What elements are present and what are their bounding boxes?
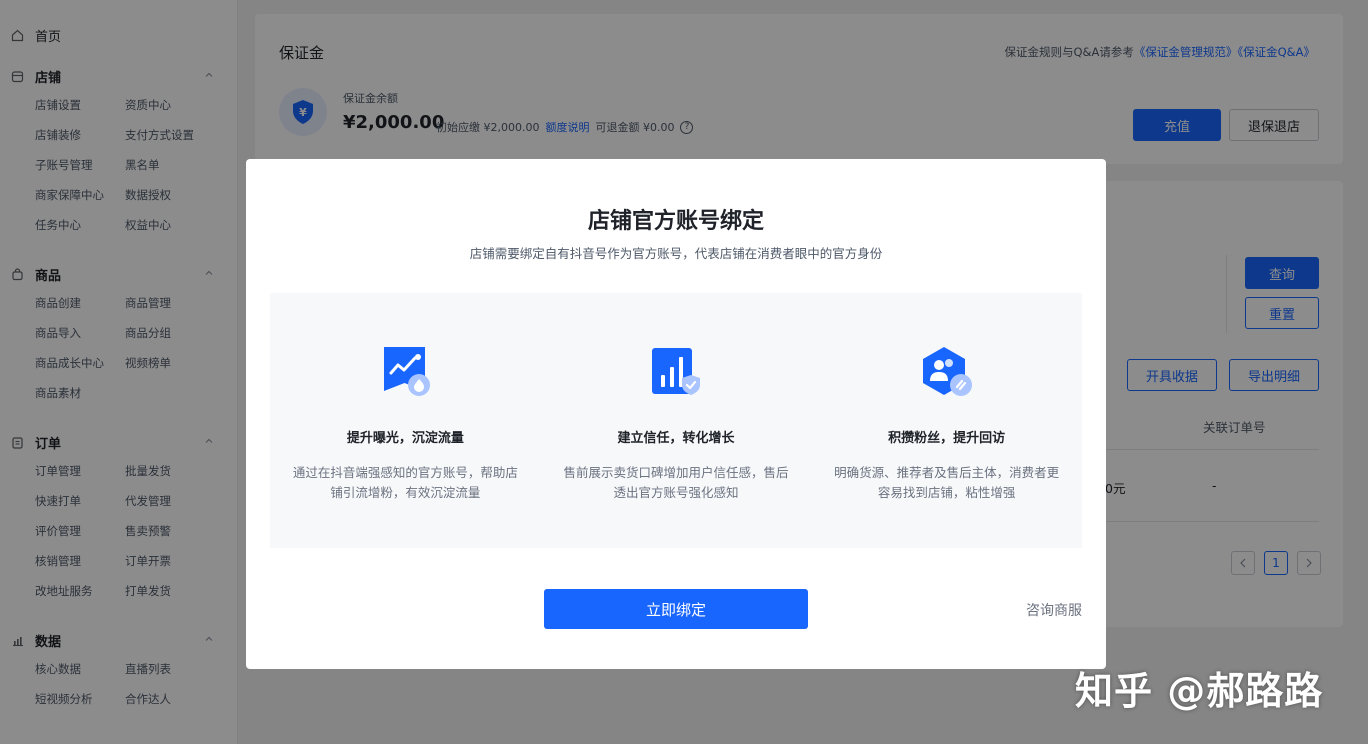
trust-bar-icon <box>541 345 812 401</box>
feature-desc: 明确货源、推荐者及售后主体，消费者更容易找到店铺，粘性增强 <box>834 465 1060 500</box>
bind-account-modal: 店铺官方账号绑定 店铺需要绑定自有抖音号作为官方账号，代表店铺在消费者眼中的官方… <box>246 159 1106 669</box>
bind-now-button[interactable]: 立即绑定 <box>544 589 808 629</box>
chart-growth-icon <box>270 345 541 401</box>
feature-title: 积攒粉丝，提升回访 <box>888 431 1006 446</box>
modal-title: 店铺官方账号绑定 <box>587 209 764 234</box>
feature-desc: 售前展示卖货口碑增加用户信任感，售后透出官方账号强化感知 <box>563 465 789 500</box>
feature-desc: 通过在抖音端强感知的官方账号，帮助店铺引流增粉，有效沉淀流量 <box>292 465 518 500</box>
fans-hexagon-icon <box>811 345 1082 401</box>
feature-item: 建立信任，转化增长 售前展示卖货口碑增加用户信任感，售后透出官方账号强化感知 <box>541 293 812 548</box>
feature-item: 积攒粉丝，提升回访 明确货源、推荐者及售后主体，消费者更容易找到店铺，粘性增强 <box>811 293 1082 548</box>
feature-title: 建立信任，转化增长 <box>617 431 735 446</box>
feature-panel: 提升曝光，沉淀流量 通过在抖音端强感知的官方账号，帮助店铺引流增粉，有效沉淀流量… <box>270 293 1082 548</box>
watermark: 知乎 @郝路路 <box>1075 669 1324 713</box>
modal-subtitle: 店铺需要绑定自有抖音号作为官方账号，代表店铺在消费者眼中的官方身份 <box>469 246 883 261</box>
consult-service-link[interactable]: 咨询商服 <box>1026 600 1082 620</box>
feature-item: 提升曝光，沉淀流量 通过在抖音端强感知的官方账号，帮助店铺引流增粉，有效沉淀流量 <box>270 293 541 548</box>
feature-title: 提升曝光，沉淀流量 <box>346 431 464 446</box>
